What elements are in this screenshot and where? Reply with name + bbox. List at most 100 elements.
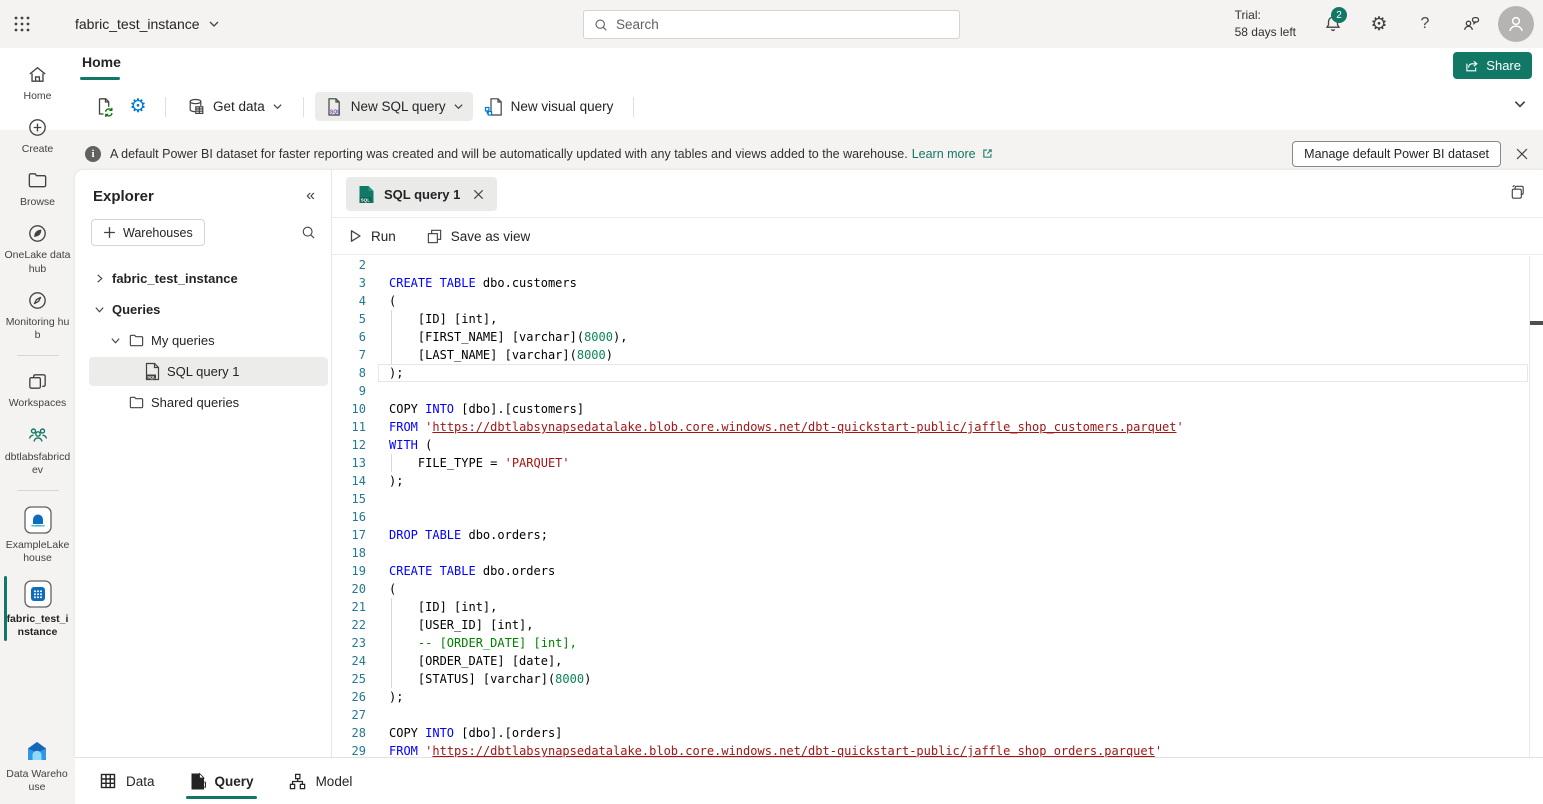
refresh-dataset-button[interactable] xyxy=(88,92,120,121)
code-line-9[interactable]: 9 xyxy=(332,382,1543,400)
rail-item-browse[interactable]: Browse xyxy=(2,162,74,215)
chevron-down-icon xyxy=(453,101,464,112)
code-text: [ORDER_DATE] [date], xyxy=(389,652,562,670)
learn-more-link[interactable]: Learn more xyxy=(912,147,976,161)
rail-item-home[interactable]: Home xyxy=(2,56,74,109)
folder-icon xyxy=(128,394,145,411)
run-button[interactable]: Run xyxy=(347,228,396,244)
code-line-21[interactable]: 21 [ID] [int], xyxy=(332,598,1543,616)
code-line-11[interactable]: 11FROM 'https://dbtlabsynapsedatalake.bl… xyxy=(332,418,1543,436)
line-number: 29 xyxy=(332,742,366,757)
tree-item-fabric-test-instance[interactable]: fabric_test_instance xyxy=(89,264,328,293)
bottom-tab-data[interactable]: Data xyxy=(99,758,155,804)
code-line-13[interactable]: 13 FILE_TYPE = 'PARQUET' xyxy=(332,454,1543,472)
notifications-button[interactable]: 2 xyxy=(1310,0,1356,48)
code-line-4[interactable]: 4( xyxy=(332,292,1543,310)
banner-close-button[interactable] xyxy=(1501,147,1543,161)
chevron-down-icon[interactable] xyxy=(108,335,122,346)
tree-item-shared-queries[interactable]: Shared queries xyxy=(89,388,328,417)
code-line-25[interactable]: 25 [STATUS] [varchar](8000) xyxy=(332,670,1543,688)
trial-status: Trial: 58 days left xyxy=(1235,7,1296,42)
tree-item-my-queries[interactable]: My queries xyxy=(89,326,328,355)
add-warehouses-button[interactable]: Warehouses xyxy=(91,219,205,246)
rail-item-monitoring-hub[interactable]: Monitoring hub xyxy=(2,282,74,348)
bottom-tab-query[interactable]: Query xyxy=(189,758,254,804)
query-editor-area: SQL SQL query 1 Run Save as view 23CREAT… xyxy=(332,170,1543,757)
new-visual-query-button[interactable]: New visual query xyxy=(475,92,623,121)
model-icon xyxy=(288,772,307,791)
editor-scrollbar[interactable] xyxy=(1529,256,1543,757)
code-line-29[interactable]: 29 FROM 'https://dbtlabsynapsedatalake.bl… xyxy=(332,742,1543,757)
code-line-10[interactable]: 10COPY INTO [dbo].[customers] xyxy=(332,400,1543,418)
code-line-16[interactable]: 16 xyxy=(332,508,1543,526)
line-number: 7 xyxy=(332,346,366,364)
code-line-8[interactable]: 8); xyxy=(332,364,1543,382)
share-button[interactable]: Share xyxy=(1453,52,1532,79)
code-line-7[interactable]: 7 [LAST_NAME] [varchar](8000) xyxy=(332,346,1543,364)
code-line-28[interactable]: 28COPY INTO [dbo].[orders] xyxy=(332,724,1543,742)
code-line-6[interactable]: 6 [FIRST_NAME] [varchar](8000), xyxy=(332,328,1543,346)
query-settings-button[interactable]: ⚙ xyxy=(122,92,154,121)
collapse-panel-icon[interactable]: « xyxy=(306,187,315,205)
save-as-view-button[interactable]: Save as view xyxy=(426,228,531,245)
get-data-button[interactable]: Get data xyxy=(177,92,292,121)
rail-item-label: Create xyxy=(22,143,54,156)
line-number: 10 xyxy=(332,400,366,418)
rail-item-onelake-data-hub[interactable]: OneLake data hub xyxy=(2,215,74,281)
search-input[interactable] xyxy=(616,17,950,32)
external-link-icon xyxy=(981,147,994,160)
bottom-tab-label: Data xyxy=(126,774,155,789)
code-line-20[interactable]: 20( xyxy=(332,580,1543,598)
search-icon[interactable] xyxy=(300,224,317,241)
workspace-switcher[interactable]: fabric_test_instance xyxy=(75,16,220,32)
code-line-18[interactable]: 18 xyxy=(332,544,1543,562)
tab-sql-query-1[interactable]: SQL SQL query 1 xyxy=(346,177,497,211)
rail-item-fabric-test-instance[interactable]: fabric_test_instance xyxy=(2,572,74,645)
code-line-17[interactable]: 17DROP TABLE dbo.orders; xyxy=(332,526,1543,544)
sql-code-editor[interactable]: 23CREATE TABLE dbo.customers4(5 [ID] [in… xyxy=(332,256,1543,757)
tree-item-sql-query-1[interactable]: SQLSQL query 1 xyxy=(89,357,328,386)
chevron-down-icon xyxy=(208,18,220,30)
code-line-14[interactable]: 14); xyxy=(332,472,1543,490)
line-number: 25 xyxy=(332,670,366,688)
chevron-right-icon[interactable] xyxy=(92,273,106,284)
gear-blue-icon: ⚙ xyxy=(129,97,146,116)
code-line-23[interactable]: 23 -- [ORDER_DATE] [int], xyxy=(332,634,1543,652)
explorer-title: Explorer xyxy=(93,188,154,205)
tree-item-queries[interactable]: Queries xyxy=(89,295,328,324)
code-line-3[interactable]: 3CREATE TABLE dbo.customers xyxy=(332,274,1543,292)
close-tab-button[interactable] xyxy=(469,185,487,203)
code-line-12[interactable]: 12WITH ( xyxy=(332,436,1543,454)
topbar-right-cluster: Trial: 58 days left 2 ⚙ ? xyxy=(1235,0,1543,48)
explorer-tree: fabric_test_instance Queries My queriesSQL… xyxy=(75,264,331,417)
code-line-27[interactable]: 27 xyxy=(332,706,1543,724)
code-line-5[interactable]: 5 [ID] [int], xyxy=(332,310,1543,328)
feedback-button[interactable] xyxy=(1448,0,1494,48)
new-sql-query-button[interactable]: SQL New SQL query xyxy=(315,92,473,121)
manage-default-dataset-button[interactable]: Manage default Power BI dataset xyxy=(1292,141,1501,167)
settings-button[interactable]: ⚙ xyxy=(1356,0,1402,48)
tree-item-label: Queries xyxy=(112,302,160,317)
rail-item-workspaces[interactable]: Workspaces xyxy=(2,363,74,416)
tab-home[interactable]: Home xyxy=(82,54,121,70)
bottom-tab-model[interactable]: Model xyxy=(288,758,353,804)
line-number: 16 xyxy=(332,508,366,526)
app-launcher-button[interactable] xyxy=(0,0,44,48)
code-line-15[interactable]: 15 xyxy=(332,490,1543,508)
copy-button[interactable] xyxy=(1508,183,1527,207)
rail-item-examplelakehouse[interactable]: ExampleLakehouse xyxy=(2,498,74,571)
account-avatar[interactable] xyxy=(1498,6,1534,42)
code-line-19[interactable]: 19CREATE TABLE dbo.orders xyxy=(332,562,1543,580)
ribbon-collapse-button[interactable] xyxy=(1513,97,1527,116)
rail-item-data-warehouse[interactable]: Data Warehouse xyxy=(1,731,73,800)
code-line-24[interactable]: 24 [ORDER_DATE] [date], xyxy=(332,652,1543,670)
question-icon: ? xyxy=(1421,15,1430,33)
code-line-22[interactable]: 22 [USER_ID] [int], xyxy=(332,616,1543,634)
rail-item-create[interactable]: Create xyxy=(2,109,74,162)
code-line-2[interactable]: 2 xyxy=(332,256,1543,274)
rail-item-dbtlabsfabricdev[interactable]: dbtlabsfabricdev xyxy=(2,416,74,483)
help-button[interactable]: ? xyxy=(1402,0,1448,48)
chevron-down-icon[interactable] xyxy=(92,304,106,315)
code-text: FROM 'https://dbtlabsynapsedatalake.blob… xyxy=(389,742,1162,757)
code-line-26[interactable]: 26); xyxy=(332,688,1543,706)
